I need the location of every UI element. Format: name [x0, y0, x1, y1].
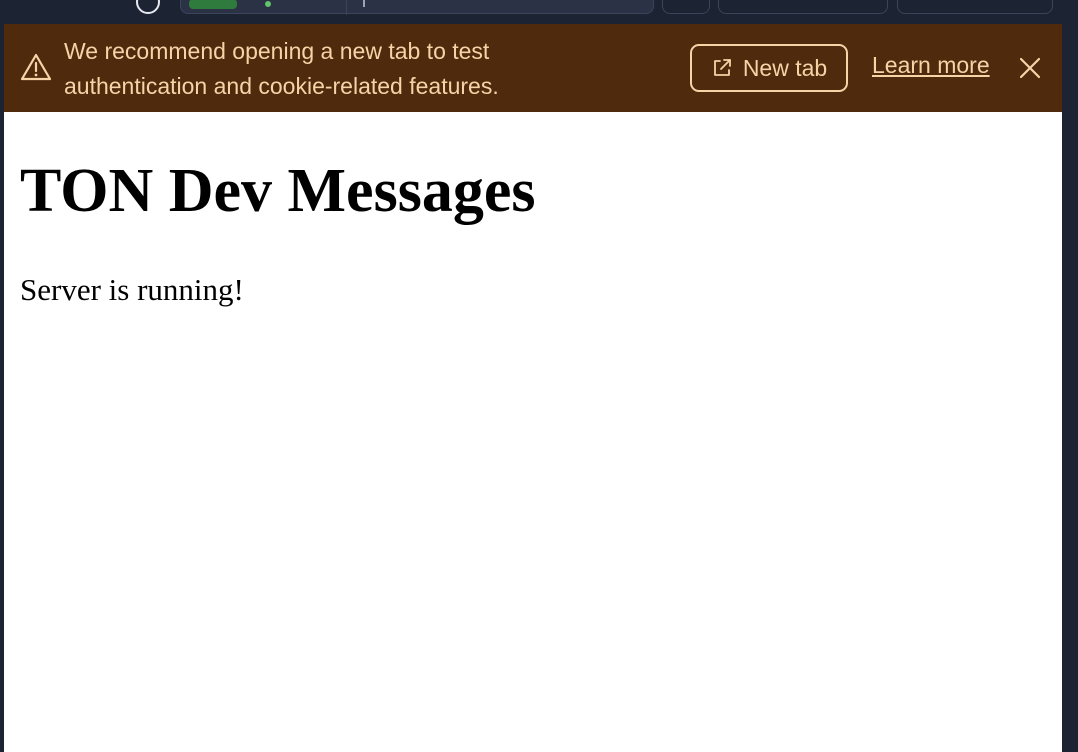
- webview-toolbar: [0, 0, 1078, 24]
- warning-icon: [20, 53, 52, 81]
- toolbar-button-1[interactable]: [662, 0, 710, 14]
- toolbar-button-3[interactable]: [897, 0, 1053, 14]
- new-tab-label: New tab: [742, 54, 828, 81]
- url-status-pill: [189, 0, 237, 9]
- url-status-dot: [265, 1, 271, 7]
- external-link-icon: [713, 59, 731, 76]
- server-status-text: Server is running!: [20, 272, 244, 307]
- new-tab-button[interactable]: New tab: [690, 44, 848, 92]
- devtools-icon[interactable]: [136, 0, 160, 14]
- url-bar[interactable]: [180, 0, 654, 15]
- learn-more-link[interactable]: Learn more: [872, 52, 990, 79]
- warning-banner: We recommend opening a new tab to test a…: [4, 24, 1062, 112]
- page-title: TON Dev Messages: [20, 157, 536, 225]
- url-caret: [363, 0, 365, 7]
- toolbar-button-2[interactable]: [718, 0, 888, 14]
- right-border: [1062, 24, 1078, 752]
- url-divider: [346, 0, 347, 15]
- close-icon[interactable]: [1018, 56, 1042, 80]
- webview-frame: We recommend opening a new tab to test a…: [0, 0, 1078, 752]
- page-content: TON Dev Messages Server is running!: [4, 112, 1062, 752]
- banner-message: We recommend opening a new tab to test a…: [64, 38, 499, 99]
